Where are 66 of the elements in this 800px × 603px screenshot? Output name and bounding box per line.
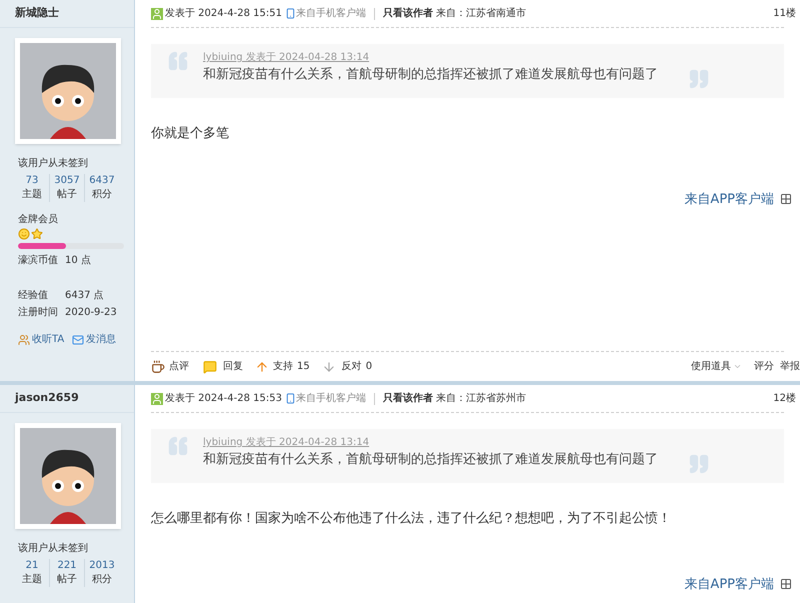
caret-icon [733,362,742,371]
oppose-button[interactable]: 反对 [342,359,362,374]
only-author-link[interactable]: 只看该作者 [382,391,433,406]
client-label: 来自手机客户端 [296,6,366,21]
user-icon [151,392,163,404]
field-value: 10 点 [65,254,91,268]
post-time: 发表于 2024-4-28 15:51 [165,6,282,21]
reply-button[interactable]: 回复 [223,359,243,374]
quote-close-icon [688,453,710,475]
stat-label: 积分 [92,188,112,202]
stat-label: 主题 [22,573,42,587]
field-label: 经验值 [18,289,49,303]
field-value: 6437 点 [65,288,104,303]
stat-label: 积分 [92,573,112,587]
qr-code-icon [780,193,792,206]
field-label: 注册时间 [18,306,59,320]
field-value: 2020-9-23 [65,306,117,320]
user-icon [151,8,163,20]
quote-open-icon [167,50,189,72]
mail-icon [72,334,84,346]
stat-value[interactable]: 73 [26,174,38,188]
quote-open-icon [167,435,189,457]
floor-number[interactable]: 12楼 [773,391,796,406]
stat-label: 主题 [22,188,42,202]
speech-bubble-icon [203,360,217,374]
only-author-link[interactable]: 只看该作者 [382,6,433,21]
quote-close-icon [688,68,710,90]
profile-link[interactable]: 发消息 [86,332,116,347]
support-button[interactable]: 支持 [273,359,293,374]
app-client-link[interactable]: 来自APP客户端 [684,190,774,209]
quote-text: 和新冠疫苗有什么关系，首航母研制的总指挥还被抓了难道发展航母也有问题了 [203,66,658,84]
post-body: 怎么哪里都有你！国家为啥不公布他违了什么法，违了什么纪？想想吧，为了不引起公愤！ [151,510,672,528]
qr-code-icon [780,578,792,590]
location-text: 来自：江苏省苏州市 [436,392,526,406]
client-label: 来自手机客户端 [296,392,366,406]
post-body: 你就是个多笔 [151,125,230,143]
stat-value[interactable]: 21 [26,559,38,573]
username[interactable]: jason2659 [15,390,79,407]
user-group: 金牌会员 [15,212,119,227]
stat-value[interactable]: 221 [57,559,77,573]
oppose-count: 0 [366,360,372,374]
stat-label: 帖子 [57,188,77,202]
smiley-medal-icon [18,228,30,240]
location-text: 来自：江苏省南通市 [436,6,526,21]
comment-button[interactable]: 点评 [169,359,189,374]
stat-value[interactable]: 6437 [89,174,115,188]
stat-value[interactable]: 2013 [89,559,115,573]
field-label: 濠滨币值 [18,254,59,268]
stat-label: 帖子 [57,573,77,587]
profile-link[interactable]: 收听TA [32,332,64,347]
use-tools-menu[interactable]: 使用道具 [691,359,731,374]
username[interactable]: 新城隐士 [15,5,59,22]
post-time: 发表于 2024-4-28 15:53 [165,392,282,406]
support-count: 15 [297,360,310,374]
stat-value[interactable]: 3057 [54,174,80,188]
checkin-status: 该用户从未签到 [17,542,89,556]
users-icon [18,334,30,346]
quote-text: 和新冠疫苗有什么关系，首航母研制的总指挥还被抓了难道发展航母也有问题了 [203,451,658,469]
app-client-link[interactable]: 来自APP客户端 [684,574,774,594]
rate-button[interactable]: 评分 [754,359,774,374]
checkin-status: 该用户从未签到 [17,156,89,171]
floor-number[interactable]: 11楼 [773,6,796,21]
phone-icon [284,392,296,405]
star-medal-icon [31,228,43,240]
report-button[interactable]: 举报 [780,359,800,374]
phone-icon [284,7,296,20]
